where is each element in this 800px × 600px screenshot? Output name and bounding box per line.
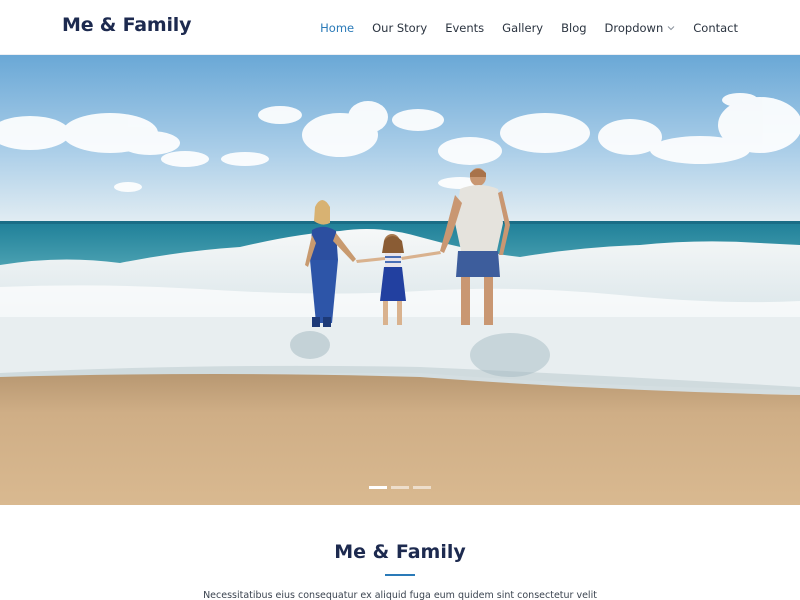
site-logo[interactable]: Me & Family	[62, 14, 191, 36]
hero-image	[0, 55, 800, 505]
chevron-down-icon	[667, 25, 675, 30]
nav-item-dropdown[interactable]: Dropdown	[605, 21, 676, 35]
nav-item-gallery[interactable]: Gallery	[502, 21, 543, 35]
site-header: Me & Family Home Our Story Events Galler…	[0, 0, 800, 55]
nav-item-our-story[interactable]: Our Story	[372, 21, 427, 35]
carousel-indicator-2[interactable]	[391, 486, 409, 489]
carousel-indicator-1[interactable]	[369, 486, 387, 489]
nav-item-dropdown-label: Dropdown	[604, 20, 664, 35]
section-title: Me & Family	[334, 541, 466, 563]
carousel-indicators	[0, 486, 800, 489]
hero-carousel	[0, 55, 800, 505]
nav-item-blog[interactable]: Blog	[561, 21, 586, 35]
nav-item-events[interactable]: Events	[445, 21, 484, 35]
carousel-indicator-3[interactable]	[413, 486, 431, 489]
nav-item-home[interactable]: Home	[320, 21, 354, 35]
title-underline	[385, 574, 415, 576]
nav-item-contact[interactable]: Contact	[693, 21, 738, 35]
main-nav: Home Our Story Events Gallery Blog Dropd…	[302, 0, 738, 55]
section-description: Necessitatibus eius consequatur ex aliqu…	[203, 590, 597, 600]
